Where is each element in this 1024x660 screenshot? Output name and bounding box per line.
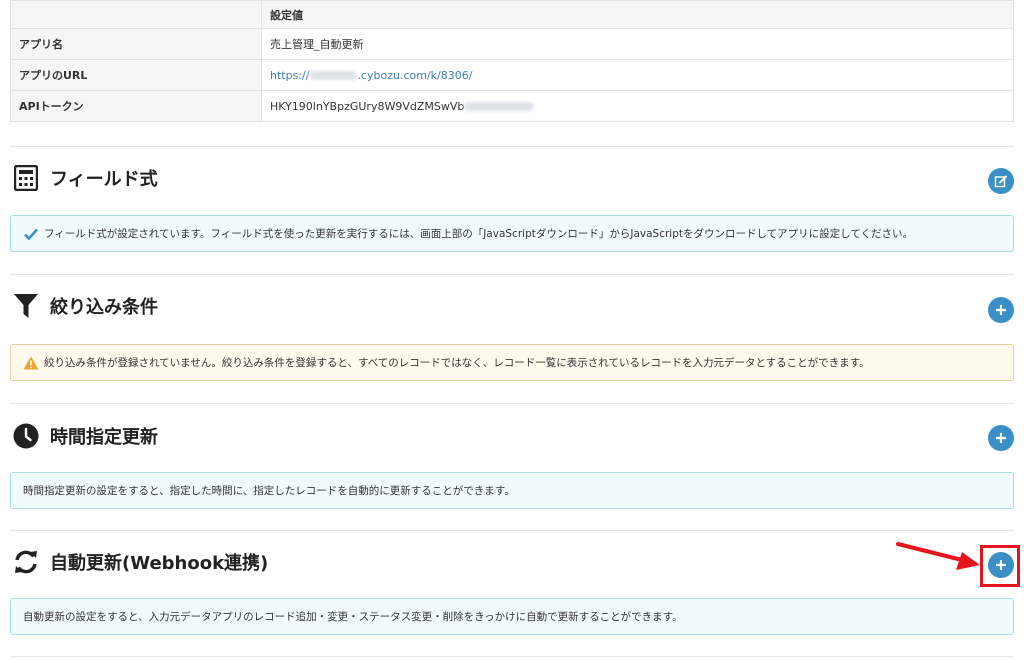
section-divider <box>10 530 1014 531</box>
webhook-info-alert: 自動更新の設定をすると、入力元データアプリのレコード追加・変更・ステータス変更・… <box>10 598 1014 635</box>
api-token-value: HKY190lnYBpzGUry8W9VdZMSwVb <box>270 99 465 113</box>
row-value-api-token: HKY190lnYBpzGUry8W9VdZMSwVb <box>261 90 1014 122</box>
refresh-icon <box>12 548 40 576</box>
section-divider <box>10 146 1014 147</box>
row-key-app-url: アプリのURL <box>10 59 262 91</box>
check-icon <box>23 227 39 241</box>
section-title-text: 時間指定更新 <box>50 427 158 448</box>
row-key-app-name: アプリ名 <box>10 28 262 60</box>
table-header-key <box>10 0 262 29</box>
table-row: アプリのURL https:// .cybozu.com/k/8306/ <box>10 59 1014 91</box>
redacted-token-tail <box>464 102 535 111</box>
filter-warning-alert: 絞り込み条件が登録されていません。絞り込み条件を登録すると、すべてのレコードでは… <box>10 344 1014 381</box>
section-divider <box>10 656 1014 657</box>
scheduled-info-alert: 時間指定更新の設定をすると、指定した時間に、指定したレコードを自動的に更新するこ… <box>10 472 1014 509</box>
table-header-value: 設定値 <box>261 0 1014 29</box>
section-title-webhook: 自動更新(Webhook連携) <box>12 548 268 576</box>
section-divider <box>10 403 1014 404</box>
section-title-text: 自動更新(Webhook連携) <box>50 553 269 574</box>
table-row: APIトークン HKY190lnYBpzGUry8W9VdZMSwVb <box>10 90 1014 122</box>
row-value-app-url[interactable]: https:// .cybozu.com/k/8306/ <box>261 59 1014 91</box>
section-title-filter: 絞り込み条件 <box>12 292 158 320</box>
filter-icon <box>12 292 40 320</box>
section-title-field-formula: フィールド式 <box>12 164 158 192</box>
row-value-app-name: 売上管理_自動更新 <box>261 28 1014 60</box>
section-divider <box>10 274 1014 275</box>
table-header-row: 設定値 <box>10 0 1014 29</box>
warning-icon <box>23 356 39 370</box>
add-filter-button[interactable] <box>988 297 1014 323</box>
plus-icon <box>996 305 1006 315</box>
settings-table: 設定値 アプリ名 売上管理_自動更新 アプリのURL https:// .cybo… <box>10 0 1014 122</box>
annotation-arrow-icon <box>896 542 980 570</box>
section-title-text: フィールド式 <box>50 169 158 190</box>
scheduled-message: 時間指定更新の設定をすると、指定した時間に、指定したレコードを自動的に更新するこ… <box>23 485 515 497</box>
webhook-message: 自動更新の設定をすると、入力元データアプリのレコード追加・変更・ステータス変更・… <box>23 611 683 623</box>
annotation-highlight-box <box>980 545 1020 587</box>
app-url-link-suffix[interactable]: .cybozu.com/k/8306/ <box>357 69 472 82</box>
table-row: アプリ名 売上管理_自動更新 <box>10 28 1014 60</box>
row-key-api-token: APIトークン <box>10 90 262 122</box>
edit-icon <box>994 175 1007 188</box>
field-formula-message: フィールド式が設定されています。フィールド式を使った更新を実行するには、画面上部… <box>44 228 914 240</box>
redacted-subdomain <box>309 71 358 80</box>
edit-field-formula-button[interactable] <box>988 168 1014 194</box>
app-url-link-prefix[interactable]: https:// <box>270 69 309 82</box>
calculator-icon <box>12 164 40 192</box>
clock-icon <box>12 422 40 450</box>
field-formula-info-alert: フィールド式が設定されています。フィールド式を使った更新を実行するには、画面上部… <box>10 215 1014 252</box>
filter-message: 絞り込み条件が登録されていません。絞り込み条件を登録すると、すべてのレコードでは… <box>44 357 870 369</box>
plus-icon <box>996 433 1006 443</box>
section-title-text: 絞り込み条件 <box>50 297 158 318</box>
add-scheduled-update-button[interactable] <box>988 425 1014 451</box>
section-title-scheduled: 時間指定更新 <box>12 422 158 450</box>
